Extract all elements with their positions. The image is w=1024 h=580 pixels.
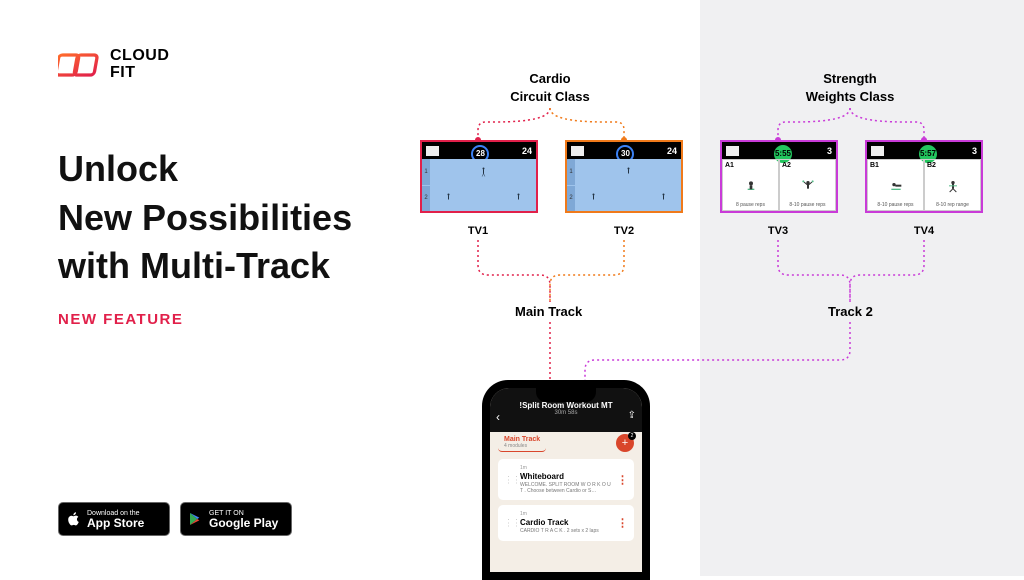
track-2-label: Track 2 [828, 304, 873, 319]
brand-logo-icon [58, 50, 102, 80]
tv1-screen: 28 24 1 2 [420, 140, 538, 213]
strength-class-label: Strength Weights Class [775, 70, 925, 105]
phone-back-icon[interactable]: ‹ [496, 410, 500, 424]
card-more-icon[interactable]: ⋮ [617, 473, 628, 486]
brand-name-line1: CLOUD [110, 48, 169, 65]
tv4-screen: 5:57 3 B18-10 pause reps B28-10 rep rang… [865, 140, 983, 213]
phone-mockup: ‹ ⇪ !Split Room Workout MT 30m 58s Main … [482, 380, 650, 580]
brand-logo: CLOUD FIT [58, 48, 169, 82]
tv3-label: TV3 [758, 225, 798, 237]
phone-module-card[interactable]: ⋮⋮ ⋮ 1m Whiteboard WELCOME. SPLIT ROOM W… [498, 459, 634, 500]
google-play-icon [188, 511, 204, 527]
tv1-setsleft: 24 [522, 146, 532, 156]
tv2-screen: 30 24 1 2 [565, 140, 683, 213]
phone-add-badge: 2 [628, 432, 636, 440]
tv3-setsleft: 3 [827, 146, 832, 156]
google-play-name: Google Play [209, 517, 281, 529]
tv1-label: TV1 [458, 225, 498, 237]
tv4-setsleft: 3 [972, 146, 977, 156]
drag-handle-icon[interactable]: ⋮⋮ [504, 474, 520, 485]
phone-add-track-button[interactable]: + 2 [616, 434, 634, 452]
tv3-screen: 5:55 3 A18 pause reps A28-10 pause reps [720, 140, 838, 213]
phone-module-card[interactable]: ⋮⋮ ⋮ 1m Cardio Track CARDIO T R A C K . … [498, 505, 634, 541]
multitrack-diagram: Cardio Circuit Class Strength Weights Cl… [420, 70, 1000, 570]
cardio-class-label: Cardio Circuit Class [475, 70, 625, 105]
brand-name-line2: FIT [110, 65, 169, 82]
app-store-name: App Store [87, 517, 159, 529]
apple-icon [66, 511, 82, 527]
google-play-badge[interactable]: GET IT ON Google Play [180, 502, 292, 536]
main-track-label: Main Track [515, 304, 582, 319]
tv2-setsleft: 24 [667, 146, 677, 156]
phone-share-icon[interactable]: ⇪ [628, 410, 636, 421]
phone-subtitle: 30m 58s [554, 410, 577, 416]
drag-handle-icon[interactable]: ⋮⋮ [504, 518, 520, 529]
app-store-badge[interactable]: Download on the App Store [58, 502, 170, 536]
headline: Unlock New Possibilities with Multi-Trac… [58, 145, 418, 291]
tv4-label: TV4 [904, 225, 944, 237]
card-more-icon[interactable]: ⋮ [617, 517, 628, 530]
headline-block: Unlock New Possibilities with Multi-Trac… [58, 145, 418, 328]
phone-tab-main[interactable]: Main Track 4 modules [498, 434, 546, 452]
new-feature-badge: NEW FEATURE [58, 311, 418, 328]
tv2-label: TV2 [604, 225, 644, 237]
